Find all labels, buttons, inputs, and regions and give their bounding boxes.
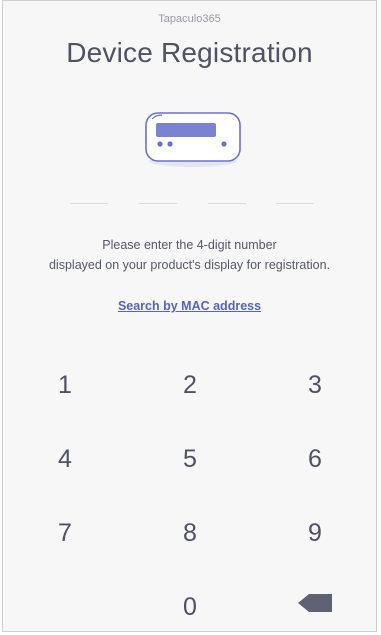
key-3[interactable]: 3 (275, 357, 355, 413)
key-5[interactable]: 5 (150, 431, 230, 487)
key-1[interactable]: 1 (25, 357, 105, 413)
digit-slot (139, 203, 177, 204)
registration-screen: Tapaculo365 Device Registration Please e… (2, 0, 377, 632)
key-6[interactable]: 6 (275, 431, 355, 487)
backspace-button[interactable] (275, 575, 355, 631)
instruction-text: Please enter the 4-digit number displaye… (3, 235, 376, 275)
key-2[interactable]: 2 (150, 357, 230, 413)
digit-slot (208, 203, 246, 204)
code-digit-slots (3, 203, 376, 205)
key-7[interactable]: 7 (25, 505, 105, 561)
key-4[interactable]: 4 (25, 431, 105, 487)
search-by-mac-link[interactable]: Search by MAC address (3, 299, 376, 313)
instruction-line-1: Please enter the 4-digit number (102, 238, 277, 252)
digit-slot (276, 203, 314, 204)
key-0[interactable]: 0 (150, 579, 230, 635)
digit-slot (70, 203, 108, 204)
key-9[interactable]: 9 (275, 505, 355, 561)
page-title: Device Registration (66, 37, 313, 68)
device-icon (145, 112, 241, 167)
device-illustration (138, 109, 248, 169)
backspace-icon (298, 594, 332, 612)
instruction-line-2: displayed on your product's display for … (48, 258, 330, 272)
key-8[interactable]: 8 (150, 505, 230, 561)
brand-label: Tapaculo365 (158, 13, 221, 25)
